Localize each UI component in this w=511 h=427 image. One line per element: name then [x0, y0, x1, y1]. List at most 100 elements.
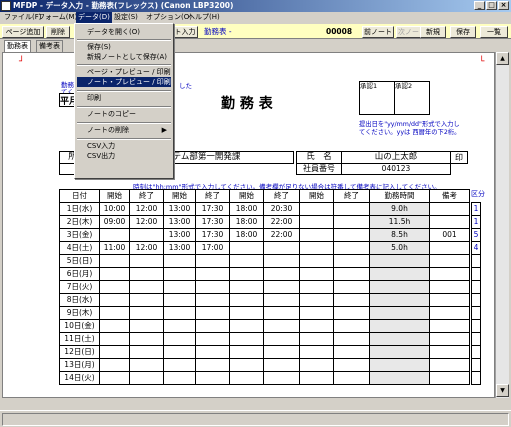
time-cell[interactable] [263, 280, 300, 294]
maximize-button[interactable]: □ [486, 1, 497, 10]
save-button[interactable]: 保存 [450, 26, 476, 38]
minimize-button[interactable]: _ [474, 1, 485, 10]
note-cell[interactable] [429, 215, 470, 229]
time-cell[interactable] [163, 254, 196, 268]
time-cell[interactable] [195, 332, 230, 346]
time-cell[interactable] [163, 345, 196, 359]
time-cell[interactable] [229, 254, 264, 268]
note-cell[interactable]: 001 [429, 228, 470, 242]
menu-delete-note[interactable]: ノートの削除 ▶ [77, 125, 171, 135]
time-cell[interactable] [333, 345, 370, 359]
kubun-cell[interactable] [471, 280, 481, 294]
time-cell[interactable] [163, 358, 196, 372]
time-cell[interactable] [99, 319, 130, 333]
time-cell[interactable] [229, 371, 264, 385]
time-cell[interactable] [263, 332, 300, 346]
time-cell[interactable] [195, 371, 230, 385]
time-cell[interactable] [299, 241, 334, 255]
time-cell[interactable]: 12:00 [129, 215, 164, 229]
new-button[interactable]: 新規 [420, 26, 446, 38]
time-cell[interactable] [99, 371, 130, 385]
time-cell[interactable] [263, 241, 300, 255]
note-cell[interactable] [429, 254, 470, 268]
time-cell[interactable] [333, 254, 370, 268]
time-cell[interactable] [299, 358, 334, 372]
menu-copy-note[interactable]: ノートのコピー [77, 109, 171, 119]
time-cell[interactable]: 09:00 [99, 215, 130, 229]
time-cell[interactable]: 17:30 [195, 202, 230, 216]
scroll-up-icon[interactable]: ▲ [496, 52, 509, 65]
approval-box-2[interactable]: 承認2 [394, 81, 430, 115]
menu-save[interactable]: 保存(S) [77, 42, 171, 52]
time-cell[interactable] [299, 293, 334, 307]
time-cell[interactable] [263, 345, 300, 359]
menu-help[interactable]: ヘルプ(H) [186, 12, 222, 23]
note-cell[interactable] [429, 293, 470, 307]
prev-note-button[interactable]: 前ノート [362, 26, 394, 38]
list-button[interactable]: 一覧 [480, 26, 508, 38]
time-cell[interactable] [333, 358, 370, 372]
note-cell[interactable] [429, 332, 470, 346]
note-cell[interactable] [429, 280, 470, 294]
time-cell[interactable] [263, 306, 300, 320]
time-cell[interactable] [99, 254, 130, 268]
menu-save-as-new[interactable]: 新規ノートとして保存(A) [77, 52, 171, 62]
time-cell[interactable] [163, 371, 196, 385]
tab-kinmu[interactable]: 勤務表 [4, 40, 31, 52]
time-cell[interactable] [129, 267, 164, 281]
time-cell[interactable] [299, 267, 334, 281]
menu-print[interactable]: 印刷 [77, 93, 171, 103]
kubun-cell[interactable] [471, 267, 481, 281]
time-cell[interactable] [229, 267, 264, 281]
time-cell[interactable]: 18:00 [229, 202, 264, 216]
kubun-cell[interactable] [471, 371, 481, 385]
menu-form[interactable]: フォーム(M) [36, 12, 79, 23]
time-cell[interactable] [99, 280, 130, 294]
note-cell[interactable] [429, 371, 470, 385]
time-cell[interactable] [129, 319, 164, 333]
time-cell[interactable] [163, 280, 196, 294]
menu-csv-output[interactable]: CSV出力 [77, 151, 171, 161]
time-cell[interactable]: 18:00 [229, 228, 264, 242]
time-cell[interactable] [299, 345, 334, 359]
note-cell[interactable] [429, 345, 470, 359]
menu-page-preview[interactable]: ページ・プレビュー / 印刷 [77, 67, 171, 77]
kubun-cell[interactable]: 1 [471, 215, 481, 229]
time-cell[interactable]: 12:00 [129, 202, 164, 216]
kubun-cell[interactable] [471, 332, 481, 346]
time-cell[interactable] [195, 293, 230, 307]
time-cell[interactable]: 11:00 [99, 241, 130, 255]
time-cell[interactable] [99, 345, 130, 359]
time-cell[interactable] [129, 254, 164, 268]
menu-csv-input[interactable]: CSV入力 [77, 141, 171, 151]
time-cell[interactable] [129, 293, 164, 307]
time-cell[interactable] [229, 345, 264, 359]
note-cell[interactable] [429, 319, 470, 333]
time-cell[interactable] [333, 267, 370, 281]
time-cell[interactable] [229, 241, 264, 255]
time-cell[interactable] [99, 358, 130, 372]
time-cell[interactable] [129, 345, 164, 359]
time-cell[interactable] [195, 254, 230, 268]
time-cell[interactable] [333, 215, 370, 229]
time-cell[interactable]: 22:00 [263, 228, 300, 242]
time-cell[interactable] [163, 293, 196, 307]
time-cell[interactable] [333, 371, 370, 385]
delete-button[interactable]: 削除 [46, 26, 70, 38]
time-cell[interactable] [129, 358, 164, 372]
time-cell[interactable] [99, 293, 130, 307]
time-cell[interactable] [129, 280, 164, 294]
time-cell[interactable]: 17:00 [195, 241, 230, 255]
kubun-cell[interactable] [471, 293, 481, 307]
time-cell[interactable] [229, 332, 264, 346]
menu-data[interactable]: データ(D) [76, 12, 112, 23]
close-button[interactable]: × [498, 1, 509, 10]
menu-settings[interactable]: 設定(S) [112, 12, 140, 23]
time-cell[interactable] [333, 280, 370, 294]
time-cell[interactable] [333, 332, 370, 346]
scroll-down-icon[interactable]: ▼ [496, 384, 509, 397]
time-cell[interactable] [263, 267, 300, 281]
time-cell[interactable] [299, 215, 334, 229]
time-cell[interactable]: 17:30 [195, 228, 230, 242]
horizontal-scrollbar[interactable] [2, 398, 495, 410]
